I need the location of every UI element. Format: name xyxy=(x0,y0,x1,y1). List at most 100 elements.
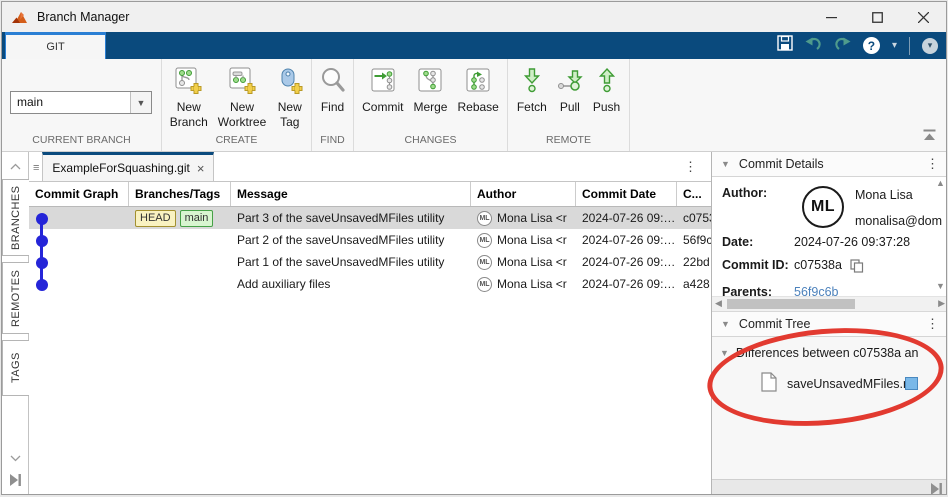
commit-graph-cell xyxy=(29,229,129,251)
new-tag-button[interactable]: NewTag xyxy=(271,64,308,130)
window-title: Branch Manager xyxy=(37,10,129,24)
ribbon-options-icon[interactable]: ▾ xyxy=(922,38,938,54)
save-icon[interactable] xyxy=(777,35,793,56)
file-icon xyxy=(761,372,777,395)
commit-details-header[interactable]: ▼ Commit Details ⋮ xyxy=(712,152,947,177)
rail-expand-icon[interactable] xyxy=(9,473,22,492)
current-branch-combo[interactable]: main ▼ xyxy=(10,91,152,114)
find-label: Find xyxy=(321,100,344,115)
new-branch-icon xyxy=(175,67,202,97)
date-value: 2024-07-26 09:37:28 xyxy=(794,235,910,249)
new-worktree-button[interactable]: NewWorktree xyxy=(213,64,271,130)
commit-tree-options-icon[interactable]: ⋮ xyxy=(926,316,939,332)
author-label: Author: xyxy=(722,186,794,200)
scroll-up-icon[interactable]: ▲ xyxy=(936,179,945,188)
help-dropdown-icon[interactable]: ▾ xyxy=(892,40,897,51)
diff-group-row[interactable]: ▼ Differences between c07538a an xyxy=(712,346,947,360)
tab-grip-icon[interactable]: ≡ xyxy=(33,162,39,174)
undo-icon[interactable] xyxy=(805,36,822,55)
diff-group-label: Differences between c07538a an xyxy=(736,346,919,360)
table-header-row: Commit Graph Branches/Tags Message Autho… xyxy=(29,182,711,207)
branches-tags-cell xyxy=(129,229,231,251)
copy-icon[interactable] xyxy=(850,259,864,276)
commit-details-title: Commit Details xyxy=(739,157,824,171)
column-header-commit-id[interactable]: C... xyxy=(677,182,711,206)
matlab-logo-icon xyxy=(12,10,29,25)
commit-id-value: c07538a xyxy=(794,258,842,272)
commit-date-cell: 2024-07-26 09:3... xyxy=(576,229,677,251)
commit-date-cell: 2024-07-26 09:3... xyxy=(576,273,677,295)
author-email: monalisa@dom xyxy=(855,214,942,228)
new-worktree-icon xyxy=(229,67,256,97)
tree-expand-icon[interactable]: ▼ xyxy=(720,348,729,358)
sidebar-item-remotes[interactable]: REMOTES xyxy=(2,262,29,334)
repository-tab-label: ExampleForSquashing.git xyxy=(52,161,189,175)
message-cell: Part 1 of the saveUnsavedMFiles utility xyxy=(231,251,471,273)
panel-bottom-strip xyxy=(712,479,947,495)
help-icon[interactable]: ? xyxy=(863,37,880,54)
commit-label: Commit xyxy=(362,100,403,115)
current-branch-value: main xyxy=(11,92,130,113)
sidebar-item-tags[interactable]: TAGS xyxy=(2,340,29,396)
new-worktree-label-2: Worktree xyxy=(218,115,266,129)
column-header-commit-graph[interactable]: Commit Graph xyxy=(29,182,129,206)
column-header-branches-tags[interactable]: Branches/Tags xyxy=(129,182,231,206)
section-label-find: FIND xyxy=(312,134,353,151)
column-header-author[interactable]: Author xyxy=(471,182,576,206)
fetch-label: Fetch xyxy=(517,100,547,115)
details-horizontal-scrollbar[interactable]: ◀ ▶ xyxy=(712,296,947,312)
commit-graph-cell xyxy=(29,251,129,273)
commit-tree-header[interactable]: ▼ Commit Tree ⋮ xyxy=(712,312,947,337)
close-button[interactable] xyxy=(900,2,946,32)
document-tab-bar: ≡ ExampleForSquashing.git × ⋮ xyxy=(29,152,711,182)
table-row[interactable]: Part 2 of the saveUnsavedMFiles utility … xyxy=(29,229,711,251)
scrollbar-thumb[interactable] xyxy=(727,299,855,309)
merge-button[interactable]: Merge xyxy=(408,64,452,115)
commit-details-options-icon[interactable]: ⋮ xyxy=(926,156,939,172)
commit-button[interactable]: Commit xyxy=(357,64,408,115)
push-button[interactable]: Push xyxy=(588,64,625,115)
minimize-button[interactable] xyxy=(808,2,854,32)
new-tag-icon xyxy=(276,67,303,97)
sidebar-item-branches[interactable]: BRANCHES xyxy=(2,179,29,256)
rebase-icon xyxy=(465,67,491,97)
column-header-message[interactable]: Message xyxy=(231,182,471,206)
new-branch-button[interactable]: NewBranch xyxy=(165,64,213,130)
tab-git[interactable]: GIT xyxy=(5,32,106,59)
details-vertical-scrollbar[interactable]: ▲ ▼ xyxy=(934,179,947,291)
table-row[interactable]: Add auxiliary files MLMona Lisa <r 2024-… xyxy=(29,273,711,295)
section-create: NewBranch NewWorktree NewTag CREATE xyxy=(162,59,312,151)
table-options-icon[interactable]: ⋮ xyxy=(684,159,697,175)
pull-button[interactable]: Pull xyxy=(552,64,588,115)
find-button[interactable]: Find xyxy=(315,64,351,115)
table-row[interactable]: HEAD main Part 3 of the saveUnsavedMFile… xyxy=(29,207,711,229)
scroll-down-icon[interactable]: ▼ xyxy=(936,282,945,291)
fetch-button[interactable]: Fetch xyxy=(512,64,552,115)
scroll-right-icon[interactable]: ▶ xyxy=(938,299,945,308)
chevron-down-icon[interactable]: ▼ xyxy=(130,92,151,113)
collapse-triangle-icon[interactable]: ▼ xyxy=(721,159,730,169)
close-tab-icon[interactable]: × xyxy=(197,161,205,176)
author-cell: MLMona Lisa <r xyxy=(471,251,576,273)
redo-icon[interactable] xyxy=(834,36,851,55)
table-row[interactable]: Part 1 of the saveUnsavedMFiles utility … xyxy=(29,251,711,273)
avatar: ML xyxy=(477,255,492,270)
rail-scroll-up-icon[interactable] xyxy=(10,157,21,175)
commit-icon xyxy=(370,67,396,97)
rail-scroll-down-icon[interactable] xyxy=(10,449,21,467)
tab-repository[interactable]: ExampleForSquashing.git × xyxy=(42,152,214,181)
message-cell: Add auxiliary files xyxy=(231,273,471,295)
column-header-commit-date[interactable]: Commit Date xyxy=(576,182,677,206)
changed-file-row[interactable]: saveUnsavedMFiles.m xyxy=(712,372,947,395)
rebase-button[interactable]: Rebase xyxy=(452,64,503,115)
maximize-button[interactable] xyxy=(854,2,900,32)
section-label-create: CREATE xyxy=(162,134,311,151)
panel-expand-icon[interactable] xyxy=(930,482,943,495)
pull-label: Pull xyxy=(560,100,580,115)
scroll-left-icon[interactable]: ◀ xyxy=(715,299,722,308)
parent-commit-link[interactable]: 56f9c6b xyxy=(794,285,838,296)
title-bar: Branch Manager xyxy=(2,2,946,32)
commit-tree-title: Commit Tree xyxy=(739,317,811,331)
collapse-ribbon-icon[interactable] xyxy=(922,128,937,146)
collapse-triangle-icon[interactable]: ▼ xyxy=(721,319,730,329)
